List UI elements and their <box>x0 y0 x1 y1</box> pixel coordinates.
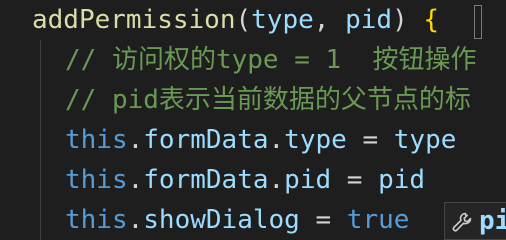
this-keyword: this <box>65 125 128 155</box>
code-line-5[interactable]: this.formData.pid = pid <box>0 160 506 200</box>
dot: . <box>127 125 144 155</box>
property-formData: formData <box>143 125 269 155</box>
wrench-icon <box>451 210 473 232</box>
assign-operator: = <box>331 165 379 195</box>
code-line-1[interactable]: addPermission(type, pid) { <box>0 0 506 40</box>
dot: . <box>127 205 144 235</box>
comment-text: // 访问权的type = 1 按钮操作 <box>65 45 477 75</box>
close-paren: ) <box>392 5 424 35</box>
property-formData: formData <box>143 165 269 195</box>
comma: , <box>313 5 346 35</box>
dot: . <box>268 165 285 195</box>
code-editor[interactable]: addPermission(type, pid) { // 访问权的type =… <box>0 0 506 240</box>
property-pid: pid <box>284 165 332 195</box>
assign-operator: = <box>299 205 347 235</box>
value-type: type <box>393 125 457 155</box>
suggestion-hint[interactable]: pi <box>444 202 506 240</box>
property-showDialog: showDialog <box>143 205 300 235</box>
this-keyword: this <box>65 165 128 195</box>
bracket-match-highlight <box>474 5 482 39</box>
property-type: type <box>284 125 347 155</box>
hint-text: pi <box>479 206 506 236</box>
open-brace: { <box>423 5 440 35</box>
code-line-2[interactable]: // 访问权的type = 1 按钮操作 <box>0 40 506 80</box>
code-line-3[interactable]: // pid表示当前数据的父节点的标 <box>0 80 506 120</box>
code-line-6[interactable]: this.showDialog = true <box>0 200 506 240</box>
dot: . <box>127 165 144 195</box>
this-keyword: this <box>65 205 128 235</box>
param-type: type <box>251 5 314 35</box>
open-paren: ( <box>235 5 252 35</box>
comment-text: // pid表示当前数据的父节点的标 <box>65 85 471 115</box>
dot: . <box>268 125 285 155</box>
code-line-4[interactable]: this.formData.type = type <box>0 120 506 160</box>
function-name: addPermission <box>32 5 236 35</box>
param-pid: pid <box>345 5 393 35</box>
value-true: true <box>346 205 410 235</box>
assign-operator: = <box>346 125 394 155</box>
value-pid: pid <box>378 165 426 195</box>
